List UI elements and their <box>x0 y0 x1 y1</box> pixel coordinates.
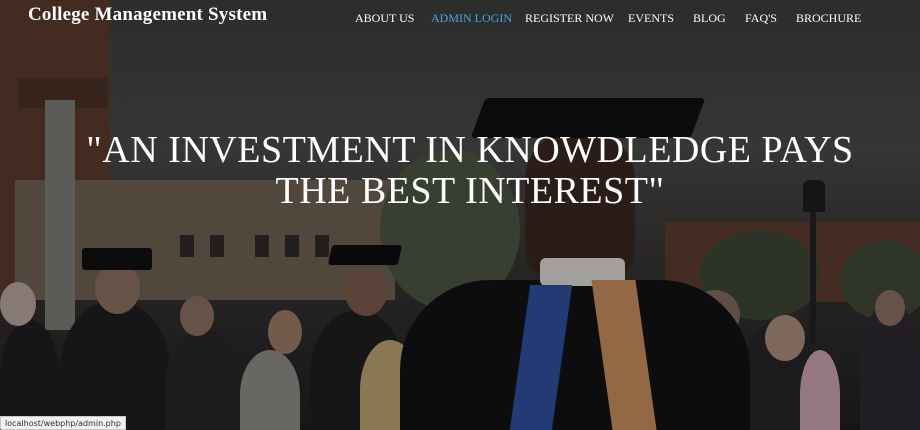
nav-brochure[interactable]: BROCHURE <box>796 11 861 26</box>
nav-about-us[interactable]: ABOUT US <box>355 11 414 26</box>
hero-quote-line-2: THE BEST INTEREST" <box>275 170 665 212</box>
hero-background <box>0 0 920 430</box>
hero-quote: "AN INVESTMENT IN KNOWDLEDGE PAYS THE BE… <box>60 130 880 212</box>
nav-register-now[interactable]: REGISTER NOW <box>525 11 614 26</box>
main-nav: ABOUT US ADMIN LOGIN REGISTER NOW EVENTS… <box>0 11 920 27</box>
nav-faqs[interactable]: FAQ'S <box>745 11 777 26</box>
nav-blog[interactable]: BLOG <box>693 11 726 26</box>
status-bar-url: localhost/webphp/admin.php <box>0 416 126 430</box>
nav-admin-login[interactable]: ADMIN LOGIN <box>431 11 512 26</box>
hero-quote-line-1: "AN INVESTMENT IN KNOWDLEDGE PAYS <box>86 129 854 171</box>
nav-events[interactable]: EVENTS <box>628 11 674 26</box>
